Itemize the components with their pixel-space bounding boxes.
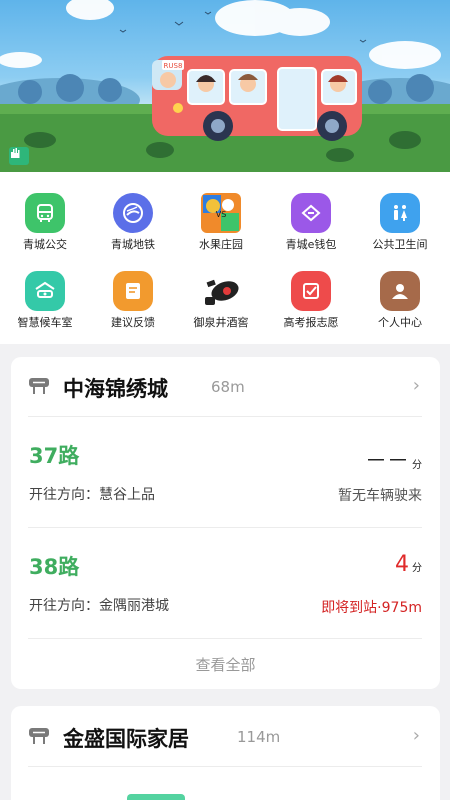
direction-value: 慧谷上品 xyxy=(99,487,155,503)
bus-stop-icon xyxy=(28,726,50,746)
hand-icon xyxy=(9,147,29,165)
bus-stop-icon xyxy=(28,376,50,396)
top-banner[interactable]: RUS8 xyxy=(0,0,450,172)
grid-item-profile[interactable]: 个人中心 xyxy=(355,172,445,332)
grid-label: 个人中心 xyxy=(378,316,422,329)
eta: 4分 xyxy=(395,552,422,577)
chevron-right-icon[interactable]: › xyxy=(413,375,420,396)
grid-label: 建议反馈 xyxy=(111,316,155,329)
quick-service-grid: 青城公交 青城地铁 VS 水果庄园 青城e钱包 公共卫生间 智慧候车室 建议反馈… xyxy=(0,172,450,344)
grid-label: 高考报志愿 xyxy=(283,316,339,329)
arrival-status: 即将到站·975m xyxy=(321,600,422,616)
direction: 开往方向：慧谷上品 xyxy=(29,484,155,504)
grid-label: 智慧候车室 xyxy=(17,316,73,329)
feedback-icon xyxy=(113,271,153,311)
divider xyxy=(28,416,422,417)
station-card: 中海锦绣城 68m › 37路 －－分 开往方向：慧谷上品 暂无车辆驶来 38路… xyxy=(11,357,440,689)
eta-unit: 分 xyxy=(412,563,422,574)
grid-item-feedback[interactable]: 建议反馈 xyxy=(88,172,178,332)
eta-unit: 分 xyxy=(412,460,422,471)
direction-value: 金隅丽港城 xyxy=(99,598,169,614)
grid-item-waiting-room[interactable]: 智慧候车室 xyxy=(0,172,90,332)
station-name[interactable]: 中海锦绣城 xyxy=(63,373,168,403)
direction-label: 开往方向： xyxy=(29,598,99,614)
station-name[interactable]: 金盛国际家居 xyxy=(63,723,189,753)
user-icon xyxy=(380,271,420,311)
route-tag xyxy=(127,794,185,800)
direction-label: 开往方向： xyxy=(29,487,99,503)
grid-item-wine[interactable]: 御泉井酒窖 xyxy=(176,172,266,332)
divider xyxy=(28,527,422,528)
wine-icon xyxy=(201,271,241,311)
station-distance: 114m xyxy=(237,728,281,746)
direction: 开往方向：金隅丽港城 xyxy=(29,595,169,615)
station-distance: 68m xyxy=(211,378,245,396)
arrival-status: 暂无车辆驶来 xyxy=(338,488,422,504)
divider xyxy=(28,766,422,767)
grid-label: 御泉井酒窖 xyxy=(193,316,249,329)
banner-illustration: RUS8 xyxy=(0,0,450,172)
route-number[interactable]: 38路 xyxy=(29,551,79,581)
bus-plate: RUS8 xyxy=(164,62,183,70)
view-all-button[interactable]: 查看全部 xyxy=(11,654,440,675)
waiting-room-icon xyxy=(25,271,65,311)
grid-item-exam[interactable]: 高考报志愿 xyxy=(266,172,356,332)
chevron-right-icon[interactable]: › xyxy=(413,725,420,746)
eta-value: 4 xyxy=(395,552,409,577)
divider xyxy=(28,638,422,639)
station-card: 金盛国际家居 114m › xyxy=(11,706,440,800)
eta-value: －－ xyxy=(364,449,409,474)
exam-icon xyxy=(291,271,331,311)
route-number[interactable]: 37路 xyxy=(29,440,79,470)
eta: －－分 xyxy=(365,443,422,475)
